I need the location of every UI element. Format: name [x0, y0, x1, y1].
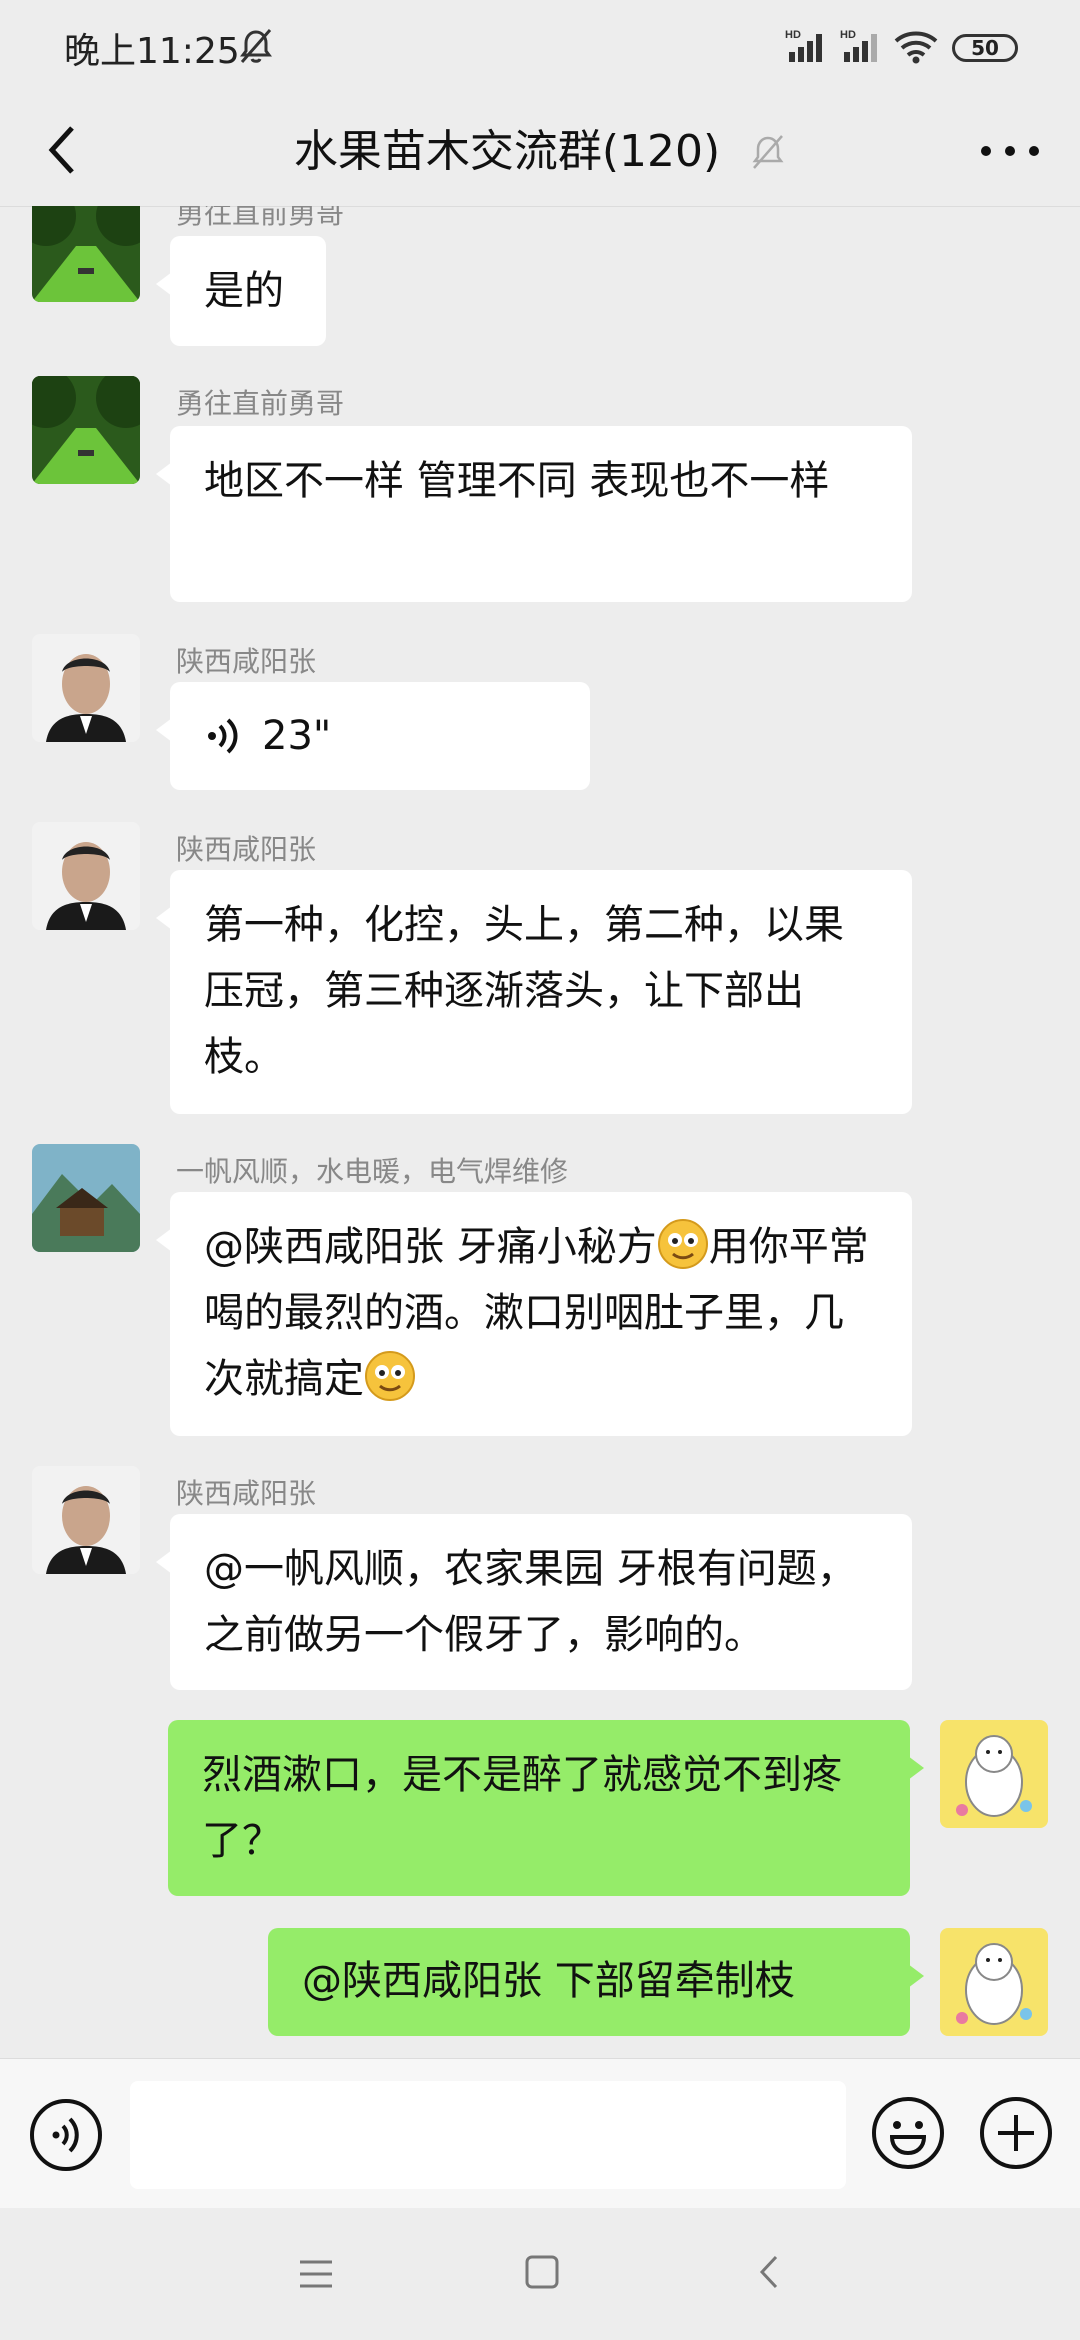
message-text: 第一种，化控，头上，第二种，以果压冠，第三种逐渐落头，让下部出枝。 [204, 902, 844, 1080]
system-nav-bar [0, 2208, 1080, 2340]
signal-icon: HD [840, 29, 877, 62]
notification-muted-icon [240, 29, 272, 63]
message-list[interactable]: 勇往直前勇哥 是的 勇往直前勇哥 地区不一样 管理不同 表现也不一样 陕西咸阳张 [0, 206, 1080, 2056]
my-message-bubble[interactable]: 烈酒漱口，是不是醉了就感觉不到疼了？ [168, 1720, 924, 1896]
sender-name: 陕西咸阳张 [176, 833, 317, 866]
svg-text:HD: HD [785, 29, 801, 41]
my-avatar[interactable] [940, 1928, 1048, 2036]
message-bubble[interactable]: 是的 [156, 236, 326, 346]
chat-title: 水果苗木交流群(120) [0, 118, 1080, 184]
smile-emoji-icon [657, 1219, 708, 1269]
message-text: 烈酒漱口，是不是醉了就感觉不到疼了？ [202, 1752, 842, 1864]
message-bubble[interactable]: 地区不一样 管理不同 表现也不一样 [156, 426, 912, 602]
message-bubble[interactable]: 第一种，化控，头上，第二种，以果压冠，第三种逐渐落头，让下部出枝。 [156, 870, 912, 1114]
menu-nav-icon[interactable] [298, 2256, 334, 2292]
message-text: 地区不一样 管理不同 表现也不一样 [204, 458, 830, 504]
message-text: @陕西咸阳张 牙痛小秘方 [204, 1224, 657, 1270]
voice-duration: 23" [262, 713, 332, 759]
status-time: 晚上11:25 [64, 31, 240, 72]
avatar[interactable] [32, 1466, 140, 1574]
sender-name: 勇往直前勇哥 [176, 387, 345, 420]
avatar[interactable] [32, 1144, 140, 1252]
signal-icon: HD [785, 29, 822, 62]
svg-text:HD: HD [840, 29, 856, 41]
chat-header: 水果苗木交流群(120) [0, 96, 1080, 207]
sender-name: 一帆风顺，水电暖，电气焊维修 [176, 1155, 569, 1188]
more-icon[interactable] [970, 126, 1050, 176]
avatar[interactable] [32, 206, 140, 302]
status-bar: 晚上11:25 HD HD 50 [0, 0, 1080, 96]
message-bubble[interactable]: @陕西咸阳张 牙痛小秘方 用你平常喝的最烈的酒。漱口别咽肚子里，几次就搞定 [156, 1192, 912, 1436]
home-nav-icon[interactable] [524, 2254, 560, 2290]
battery-indicator: 50 [952, 34, 1018, 62]
message-text: @陕西咸阳张 下部留牵制枝 [302, 1958, 795, 2004]
avatar[interactable] [32, 634, 140, 742]
sender-name: 陕西咸阳张 [176, 645, 317, 678]
my-message-bubble[interactable]: @陕西咸阳张 下部留牵制枝 [268, 1928, 924, 2036]
message-input[interactable] [130, 2081, 846, 2189]
input-bar [0, 2058, 1080, 2209]
my-avatar[interactable] [940, 1720, 1048, 1828]
emoji-icon[interactable] [870, 2095, 946, 2171]
back-nav-icon[interactable] [754, 2254, 784, 2290]
avatar[interactable] [32, 822, 140, 930]
group-name: 水果苗木交流群(120) [293, 126, 721, 177]
voice-message-bubble[interactable]: 23" [156, 682, 590, 790]
sender-name: 陕西咸阳张 [176, 1477, 317, 1510]
bell-muted-icon [752, 135, 784, 169]
message-text: 是的 [204, 268, 284, 314]
smile-emoji-icon [365, 1351, 415, 1401]
wifi-icon [894, 31, 938, 64]
message-bubble[interactable]: @一帆风顺，农家果园 牙根有问题，之前做另一个假牙了，影响的。 [156, 1514, 912, 1690]
message-text: @一帆风顺，农家果园 牙根有问题，之前做另一个假牙了，影响的。 [204, 1546, 857, 1658]
avatar[interactable] [32, 376, 140, 484]
voice-wave-icon [208, 718, 238, 754]
plus-icon[interactable] [978, 2095, 1054, 2171]
sender-name: 勇往直前勇哥 [176, 206, 345, 230]
voice-input-icon[interactable] [28, 2097, 104, 2173]
